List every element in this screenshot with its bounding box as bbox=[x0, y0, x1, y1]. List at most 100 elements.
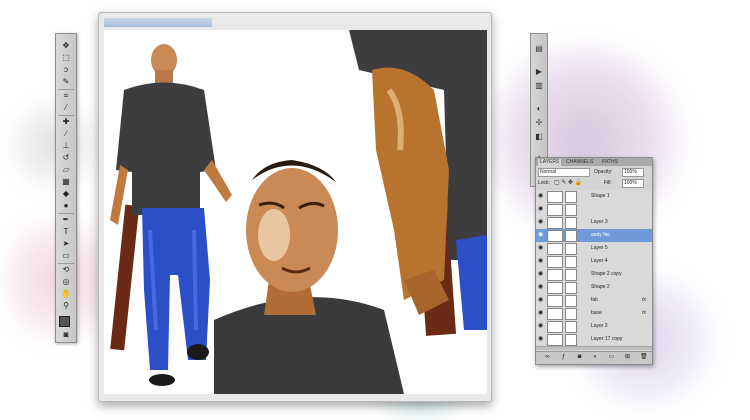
tab-channels[interactable]: CHANNELS bbox=[564, 159, 595, 166]
layer-row[interactable]: ◉ Shape 1 bbox=[536, 190, 652, 204]
blend-mode-select[interactable]: Normal bbox=[538, 168, 590, 177]
adjustments-panel-icon[interactable]: ◐ bbox=[534, 104, 544, 113]
layer-thumbnail bbox=[547, 230, 563, 242]
layer-name: Layer 5 bbox=[591, 245, 608, 251]
pen-tool-icon[interactable]: ✒ bbox=[60, 216, 72, 224]
layer-name: Layer 2 bbox=[591, 323, 608, 329]
quick-mask-icon[interactable]: ◙ bbox=[60, 331, 72, 339]
canvas[interactable] bbox=[104, 30, 487, 394]
layer-mask-thumbnail bbox=[565, 230, 577, 242]
masks-panel-icon[interactable]: ◧ bbox=[534, 132, 544, 141]
gradient-icon[interactable]: ▦ bbox=[60, 178, 72, 186]
blend-row: Normal Opacity: 100% bbox=[538, 168, 650, 177]
eye-icon[interactable]: ◉ bbox=[538, 258, 545, 265]
layer-mask-thumbnail bbox=[565, 256, 577, 268]
eye-icon[interactable]: ◉ bbox=[538, 323, 545, 330]
foreground-color-icon[interactable] bbox=[59, 316, 70, 327]
eye-icon[interactable]: ◉ bbox=[538, 271, 545, 278]
layer-mask-thumbnail bbox=[565, 217, 577, 229]
layer-thumbnail bbox=[547, 308, 563, 320]
type-tool-icon[interactable]: T bbox=[60, 228, 72, 236]
portrait-face bbox=[214, 160, 404, 394]
marquee-tool-icon[interactable]: ⬚ bbox=[60, 54, 72, 62]
eye-icon[interactable]: ◉ bbox=[538, 297, 545, 304]
eye-icon[interactable]: ◉ bbox=[538, 206, 545, 213]
hand-tool-icon[interactable]: ✋ bbox=[60, 290, 72, 298]
eye-icon[interactable]: ◉ bbox=[538, 232, 545, 239]
layer-row[interactable]: ◉ Layer 5 bbox=[536, 242, 652, 256]
fill-label: Fill: bbox=[604, 180, 612, 186]
zoom-tool-icon[interactable]: ⚲ bbox=[60, 302, 72, 310]
layer-mask-thumbnail bbox=[565, 334, 577, 346]
quick-select-icon[interactable]: ✎ bbox=[60, 78, 72, 86]
layer-thumbnail bbox=[547, 295, 563, 307]
add-style-icon[interactable]: ƒ bbox=[560, 354, 567, 361]
tool-separator bbox=[58, 89, 74, 90]
swatches-panel-icon[interactable]: ▥ bbox=[534, 81, 544, 90]
layer-name: Layer 3 bbox=[591, 219, 608, 225]
eraser-icon[interactable]: ▱ bbox=[60, 166, 72, 174]
eye-icon[interactable]: ◉ bbox=[538, 310, 545, 317]
3d-orbit-icon[interactable]: ◎ bbox=[60, 278, 72, 286]
eye-icon[interactable]: ◉ bbox=[538, 284, 545, 291]
clone-stamp-icon[interactable]: ⊥ bbox=[60, 142, 72, 150]
delete-layer-icon[interactable]: 🗑 bbox=[640, 354, 648, 361]
lock-label: Lock: bbox=[538, 180, 550, 186]
layer-effects-icon[interactable]: fx bbox=[642, 310, 646, 316]
layer-name: Shape 2 bbox=[591, 284, 610, 290]
layer-mask-thumbnail bbox=[565, 204, 577, 216]
move-tool-icon[interactable]: ✥ bbox=[60, 42, 72, 50]
history-panel-icon[interactable]: ▤ bbox=[534, 44, 544, 53]
eye-icon[interactable]: ◉ bbox=[538, 336, 545, 343]
layer-row[interactable]: ◉ Layer 4 bbox=[536, 255, 652, 269]
standing-figure bbox=[110, 44, 232, 386]
document-tab[interactable] bbox=[104, 18, 212, 27]
eyedropper-icon[interactable]: ⁄ bbox=[60, 104, 72, 112]
opacity-label: Opacity: bbox=[594, 169, 613, 175]
eye-icon[interactable]: ◉ bbox=[538, 193, 545, 200]
tab-paths[interactable]: PATHS bbox=[600, 159, 620, 166]
lasso-tool-icon[interactable]: ↄ bbox=[60, 66, 72, 74]
eye-icon[interactable]: ◉ bbox=[538, 245, 545, 252]
actions-panel-icon[interactable]: ▶ bbox=[534, 67, 544, 76]
layer-row[interactable]: ◉ bbox=[536, 203, 652, 217]
3d-rotate-icon[interactable]: ⟲ bbox=[60, 266, 72, 274]
layer-row[interactable]: ◉ Layer 17 copy bbox=[536, 333, 652, 347]
layers-panel-tabs: LAYERS CHANNELS PATHS bbox=[536, 158, 652, 166]
layer-row[interactable]: ◉ Layer 2 bbox=[536, 320, 652, 334]
eye-icon[interactable]: ◉ bbox=[538, 219, 545, 226]
adjustment-layer-icon[interactable]: ◐ bbox=[592, 354, 599, 361]
brush-tool-icon[interactable]: ∕ bbox=[60, 130, 72, 138]
layer-thumbnail bbox=[547, 334, 563, 346]
styles-panel-icon[interactable]: ✢ bbox=[534, 118, 544, 127]
path-select-icon[interactable]: ➤ bbox=[60, 240, 72, 248]
fill-field[interactable]: 100% bbox=[622, 179, 644, 188]
layers-panel: LAYERS CHANNELS PATHS Normal Opacity: 10… bbox=[535, 157, 653, 365]
layer-name: Shape 2 copy bbox=[591, 271, 622, 277]
layer-row[interactable]: ◉ Layer 3 bbox=[536, 216, 652, 230]
layer-mask-thumbnail bbox=[565, 282, 577, 294]
new-layer-icon[interactable]: ⊞ bbox=[624, 354, 631, 361]
layer-row[interactable]: ◉ fab fx bbox=[536, 294, 652, 308]
add-mask-icon[interactable]: ◙ bbox=[576, 354, 583, 361]
new-group-icon[interactable]: ▭ bbox=[608, 354, 615, 361]
layer-row[interactable]: ◉ base fx bbox=[536, 307, 652, 321]
blur-icon[interactable]: ◆ bbox=[60, 190, 72, 198]
crop-tool-icon[interactable]: ⌗ bbox=[60, 92, 72, 100]
link-layers-icon[interactable]: ∞ bbox=[544, 354, 551, 361]
healing-brush-icon[interactable]: ✚ bbox=[60, 118, 72, 126]
lock-icons[interactable]: ▢ ✎ ✥ 🔒 bbox=[554, 179, 582, 186]
tab-layers[interactable]: LAYERS bbox=[538, 159, 562, 166]
layer-row[interactable]: ◉ Shape 2 copy bbox=[536, 268, 652, 282]
layer-effects-icon[interactable]: fx bbox=[642, 297, 646, 303]
history-brush-icon[interactable]: ↺ bbox=[60, 154, 72, 162]
shape-tool-icon[interactable]: ▭ bbox=[60, 252, 72, 260]
layers-footer: ∞ ƒ ◙ ◐ ▭ ⊞ 🗑 bbox=[536, 351, 652, 364]
layer-name: andy fac bbox=[591, 232, 610, 238]
layer-row[interactable]: ◉ Shape 2 bbox=[536, 281, 652, 295]
artwork bbox=[110, 30, 487, 394]
layer-row[interactable]: ◉ andy fac bbox=[536, 229, 652, 243]
layer-name: Layer 4 bbox=[591, 258, 608, 264]
dodge-icon[interactable]: ● bbox=[60, 202, 72, 210]
opacity-field[interactable]: 100% bbox=[622, 168, 644, 177]
